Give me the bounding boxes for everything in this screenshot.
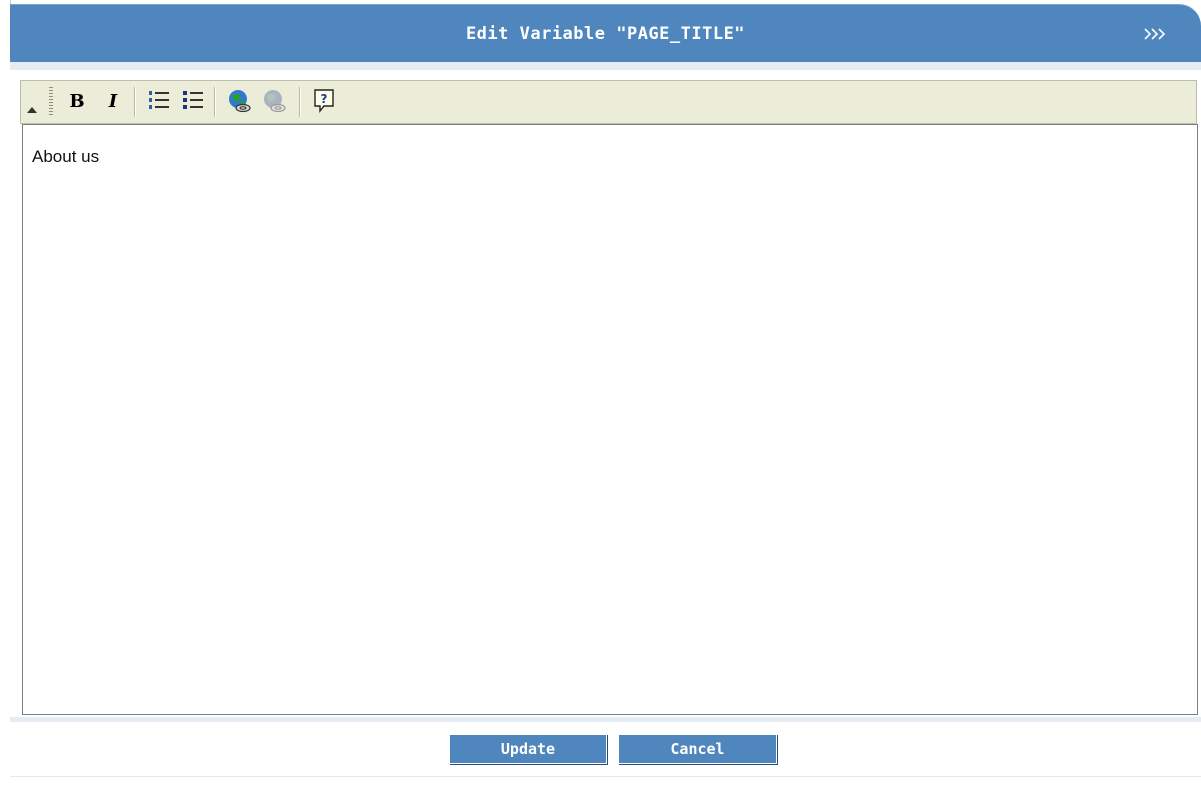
title-divider [10,62,1201,70]
variable-editor-area[interactable]: About us [22,124,1198,715]
ordered-list-button[interactable] [145,87,173,115]
edit-variable-dialog: Edit Variable "PAGE_TITLE" B I ? About u… [10,4,1201,788]
italic-icon: I [108,90,118,112]
toolbar-grip-icon[interactable] [49,87,53,117]
bold-button[interactable]: B [63,87,91,115]
ordered-list-icon [149,91,169,109]
editor-content[interactable]: About us [32,147,99,166]
help-glyph: ? [321,92,328,106]
toolbar-separator [299,87,301,117]
footer-line [10,776,1201,777]
globe-link-icon [229,90,251,113]
unordered-list-button[interactable] [179,87,207,115]
help-icon: ? [314,89,334,113]
dialog-titlebar: Edit Variable "PAGE_TITLE" [10,4,1201,62]
footer-divider [10,717,1201,722]
remove-link-button[interactable] [261,87,289,115]
globe-unlink-icon [264,90,286,113]
toolbar-separator [134,87,136,117]
insert-link-button[interactable] [226,87,254,115]
bold-icon: B [69,90,85,112]
toolbar-separator [214,87,216,117]
double-chevron-right-icon[interactable] [1143,25,1171,43]
cancel-button[interactable]: Cancel [618,734,777,764]
dialog-title: Edit Variable "PAGE_TITLE" [465,24,746,44]
unordered-list-icon [183,91,203,109]
italic-button[interactable]: I [99,87,127,115]
update-button[interactable]: Update [449,734,607,764]
editor-toolbar: B I ? [20,80,1197,124]
toolbar-collapse-icon[interactable] [27,107,37,113]
help-button[interactable]: ? [310,87,338,115]
